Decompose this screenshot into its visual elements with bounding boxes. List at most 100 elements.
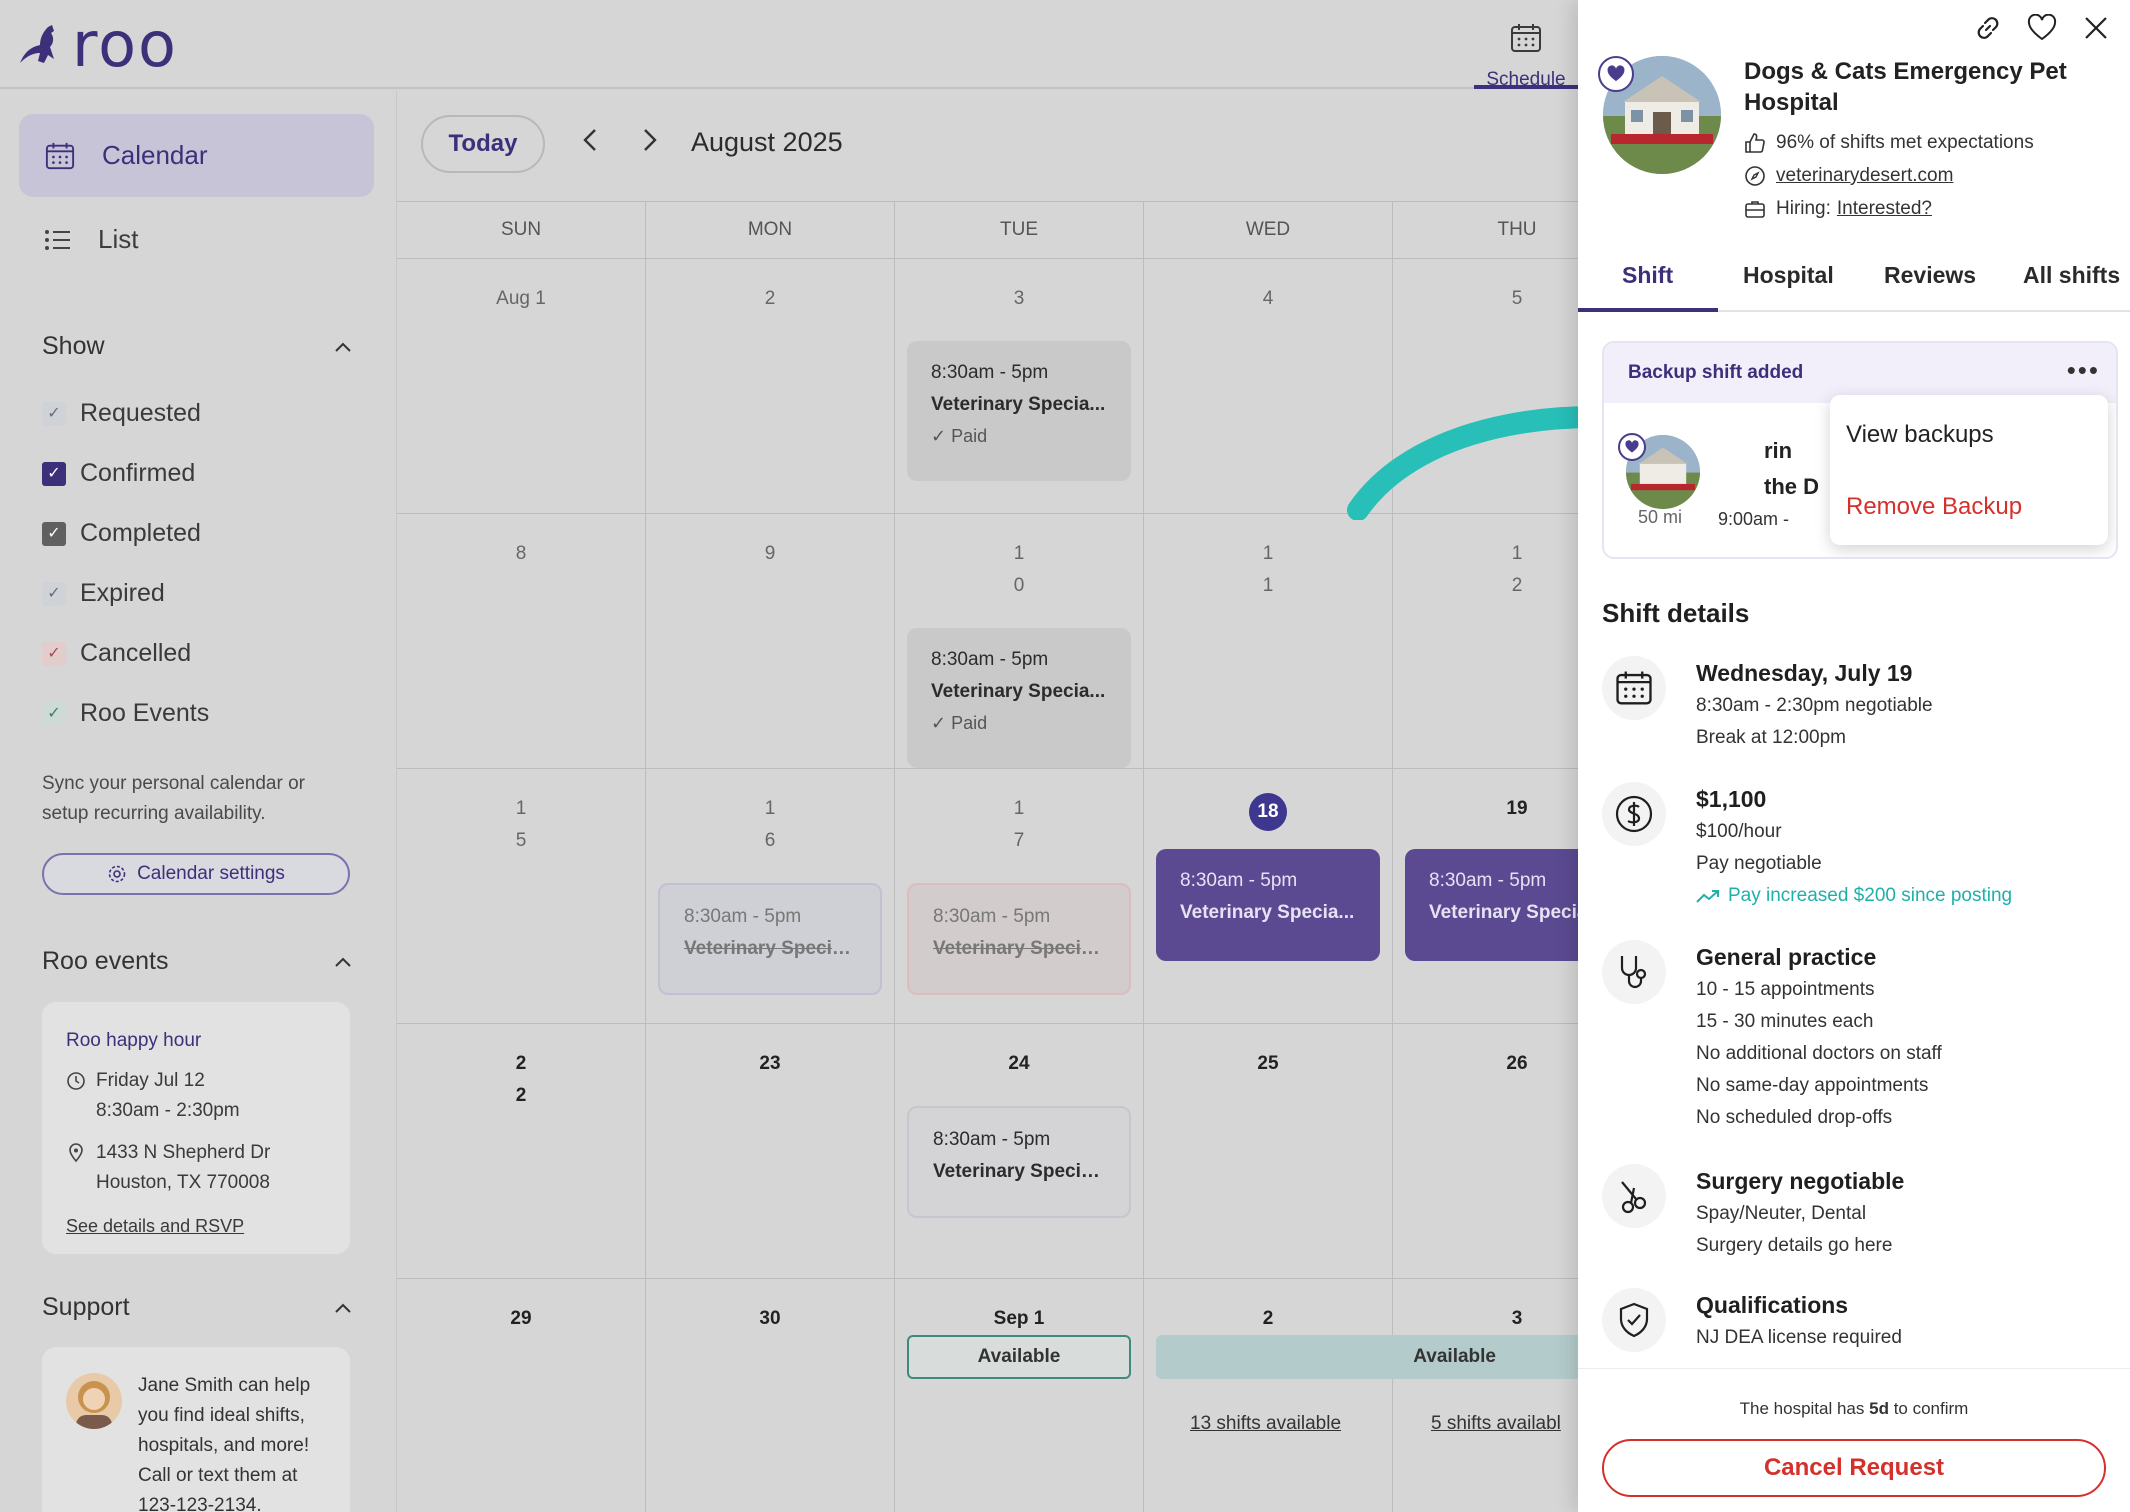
shift-card[interactable]: 8:30am - 5pm Veterinary Specia... ✓ Paid [907, 341, 1131, 481]
support-section-toggle[interactable]: Support [42, 1293, 352, 1322]
tab-shift[interactable]: Shift [1622, 262, 1673, 289]
backup-shift-card[interactable]: Backup shift added ••• 50 mi 9:00am - ri… [1602, 341, 2118, 559]
checkbox-requested[interactable]: ✓ [42, 401, 66, 426]
pay-increase-text: Pay increased $200 since posting [1728, 885, 2013, 906]
schedule-tab[interactable]: Schedule [1474, 10, 1578, 90]
day-cell[interactable]: Aug 1 [397, 259, 646, 514]
day-cell[interactable]: Sep 1 Available [895, 1279, 1144, 1512]
filter-label: Confirmed [80, 459, 196, 487]
day-cell[interactable]: 1 1 [1144, 514, 1393, 769]
checkbox-confirmed[interactable]: ✓ [42, 461, 66, 486]
backup-options-menu: View backups Remove Backup [1830, 395, 2108, 545]
sidebar-item-calendar[interactable]: Calendar [19, 114, 374, 197]
checkbox-expired[interactable]: ✓ [42, 581, 66, 606]
panel-tabs: Shift Hospital Reviews All shifts [1578, 252, 2130, 312]
day-cell[interactable]: 1 7 8:30am - 5pm Veterinary Specia... [895, 769, 1144, 1024]
day-cell[interactable]: 1 6 8:30am - 5pm Veterinary Specia... [646, 769, 895, 1024]
roo-events-section-toggle[interactable]: Roo events [42, 947, 352, 976]
website-link[interactable]: veterinarydesert.com [1776, 165, 1953, 187]
day-cell[interactable]: 25 [1144, 1024, 1393, 1279]
checkbox-completed[interactable]: ✓ [42, 521, 66, 546]
view-backups-menu-item[interactable]: View backups [1846, 421, 1994, 449]
copy-link-button[interactable] [1970, 10, 2006, 46]
shift-card-expired[interactable]: 8:30am - 5pm Veterinary Specia... [658, 883, 882, 995]
filter-confirmed[interactable]: ✓ Confirmed [42, 459, 195, 488]
tab-reviews[interactable]: Reviews [1884, 262, 1976, 289]
more-options-icon[interactable]: ••• [2067, 355, 2100, 386]
shift-card-confirmed[interactable]: 8:30am - 5pm Veterinary Specia... [1156, 849, 1380, 961]
day-cell[interactable]: 23 [646, 1024, 895, 1279]
cancel-request-button[interactable]: Cancel Request [1602, 1439, 2106, 1497]
shift-card[interactable]: 8:30am - 5pm Veterinary Specia... [907, 1106, 1131, 1218]
day-cell[interactable]: 3 8:30am - 5pm Veterinary Specia... ✓ Pa… [895, 259, 1144, 514]
trend-up-icon [1696, 890, 1719, 903]
day-cell[interactable]: 30 [646, 1279, 895, 1512]
today-indicator: 18 [1249, 793, 1287, 831]
day-cell[interactable]: 2 [646, 259, 895, 514]
detail-icon-wrap [1602, 1288, 1666, 1352]
support-name: Jane Smith [138, 1375, 234, 1396]
day-cell[interactable]: 2 13 shifts available [1144, 1279, 1393, 1512]
next-month-button[interactable] [641, 127, 659, 159]
detail-line: Spay/Neuter, Dental [1696, 1203, 1867, 1224]
shift-card-cancelled[interactable]: 8:30am - 5pm Veterinary Specia... [907, 883, 1131, 995]
chevron-right-icon [644, 129, 657, 151]
favorite-button[interactable] [2024, 10, 2060, 46]
filter-expired[interactable]: ✓ Expired [42, 579, 165, 608]
available-shifts-link[interactable]: 13 shifts available [1190, 1413, 1341, 1435]
day-cell[interactable]: 1 5 [397, 769, 646, 1024]
day-number: 2 [764, 288, 776, 309]
day-cell[interactable]: 2 2 [397, 1024, 646, 1279]
filter-requested[interactable]: ✓ Requested [42, 399, 201, 428]
calendar-settings-button[interactable]: Calendar settings [42, 853, 350, 895]
dow-sun: SUN [397, 202, 646, 259]
availability-badge[interactable]: Available [907, 1335, 1131, 1379]
list-icon [45, 229, 70, 250]
support-text: Jane Smith can help you find ideal shift… [138, 1371, 334, 1512]
day-number: 1 0 [1013, 543, 1025, 596]
day-number: 1 1 [1262, 543, 1274, 596]
gear-icon [108, 865, 126, 883]
checkbox-cancelled[interactable]: ✓ [42, 641, 66, 666]
hiring-interest-link[interactable]: Interested? [1837, 198, 1932, 220]
day-cell[interactable]: 9 [646, 514, 895, 769]
backup-hospital-name: rin the D [1764, 433, 1819, 505]
tab-hospital[interactable]: Hospital [1743, 262, 1834, 289]
day-cell[interactable]: 29 [397, 1279, 646, 1512]
filter-completed[interactable]: ✓ Completed [42, 519, 201, 548]
support-title: Support [42, 1293, 130, 1321]
favorite-badge [1598, 56, 1634, 92]
day-cell[interactable]: 4 [1144, 259, 1393, 514]
briefcase-icon [1745, 201, 1765, 218]
remove-backup-menu-item[interactable]: Remove Backup [1846, 493, 2022, 521]
tab-all-shifts[interactable]: All shifts [2023, 262, 2120, 289]
calendar-icon [45, 142, 75, 169]
day-cell[interactable]: 1 0 8:30am - 5pm Veterinary Specia... ✓ … [895, 514, 1144, 769]
compass-icon [1745, 166, 1765, 186]
day-cell[interactable]: 24 8:30am - 5pm Veterinary Specia... [895, 1024, 1144, 1279]
shift-card[interactable]: 8:30am - 5pm Veterinary Specia... ✓ Paid [907, 628, 1131, 768]
day-number: Sep 1 [993, 1308, 1045, 1329]
sidebar-item-list[interactable]: List [19, 198, 374, 281]
shield-check-icon [1619, 1302, 1649, 1338]
filter-cancelled[interactable]: ✓ Cancelled [42, 639, 191, 668]
event-rsvp-link[interactable]: See details and RSVP [66, 1216, 244, 1237]
chevron-left-icon [583, 129, 596, 151]
filter-roo-events[interactable]: ✓ Roo Events [42, 699, 209, 728]
checkbox-roo-events[interactable]: ✓ [42, 701, 66, 726]
day-cell[interactable]: 8 [397, 514, 646, 769]
roo-event-card[interactable]: Roo happy hour Friday Jul 12 8:30am - 2:… [42, 1002, 350, 1254]
close-panel-button[interactable] [2078, 10, 2114, 46]
calendar-settings-label: Calendar settings [137, 863, 285, 884]
available-shifts-link[interactable]: 5 shifts availabl [1431, 1413, 1561, 1435]
show-section-toggle[interactable]: Show [42, 332, 352, 361]
detail-heading: General practice [1696, 944, 1877, 970]
day-number: 29 [510, 1308, 532, 1329]
day-number: 30 [759, 1308, 781, 1329]
roo-logo[interactable]: roo [18, 14, 178, 76]
today-button[interactable]: Today [421, 115, 545, 173]
availability-range-bar[interactable]: Available [1156, 1335, 1596, 1379]
prev-month-button[interactable] [581, 127, 599, 159]
day-cell-today[interactable]: 18 8:30am - 5pm Veterinary Specia... [1144, 769, 1393, 1024]
month-label: August 2025 [691, 127, 843, 157]
